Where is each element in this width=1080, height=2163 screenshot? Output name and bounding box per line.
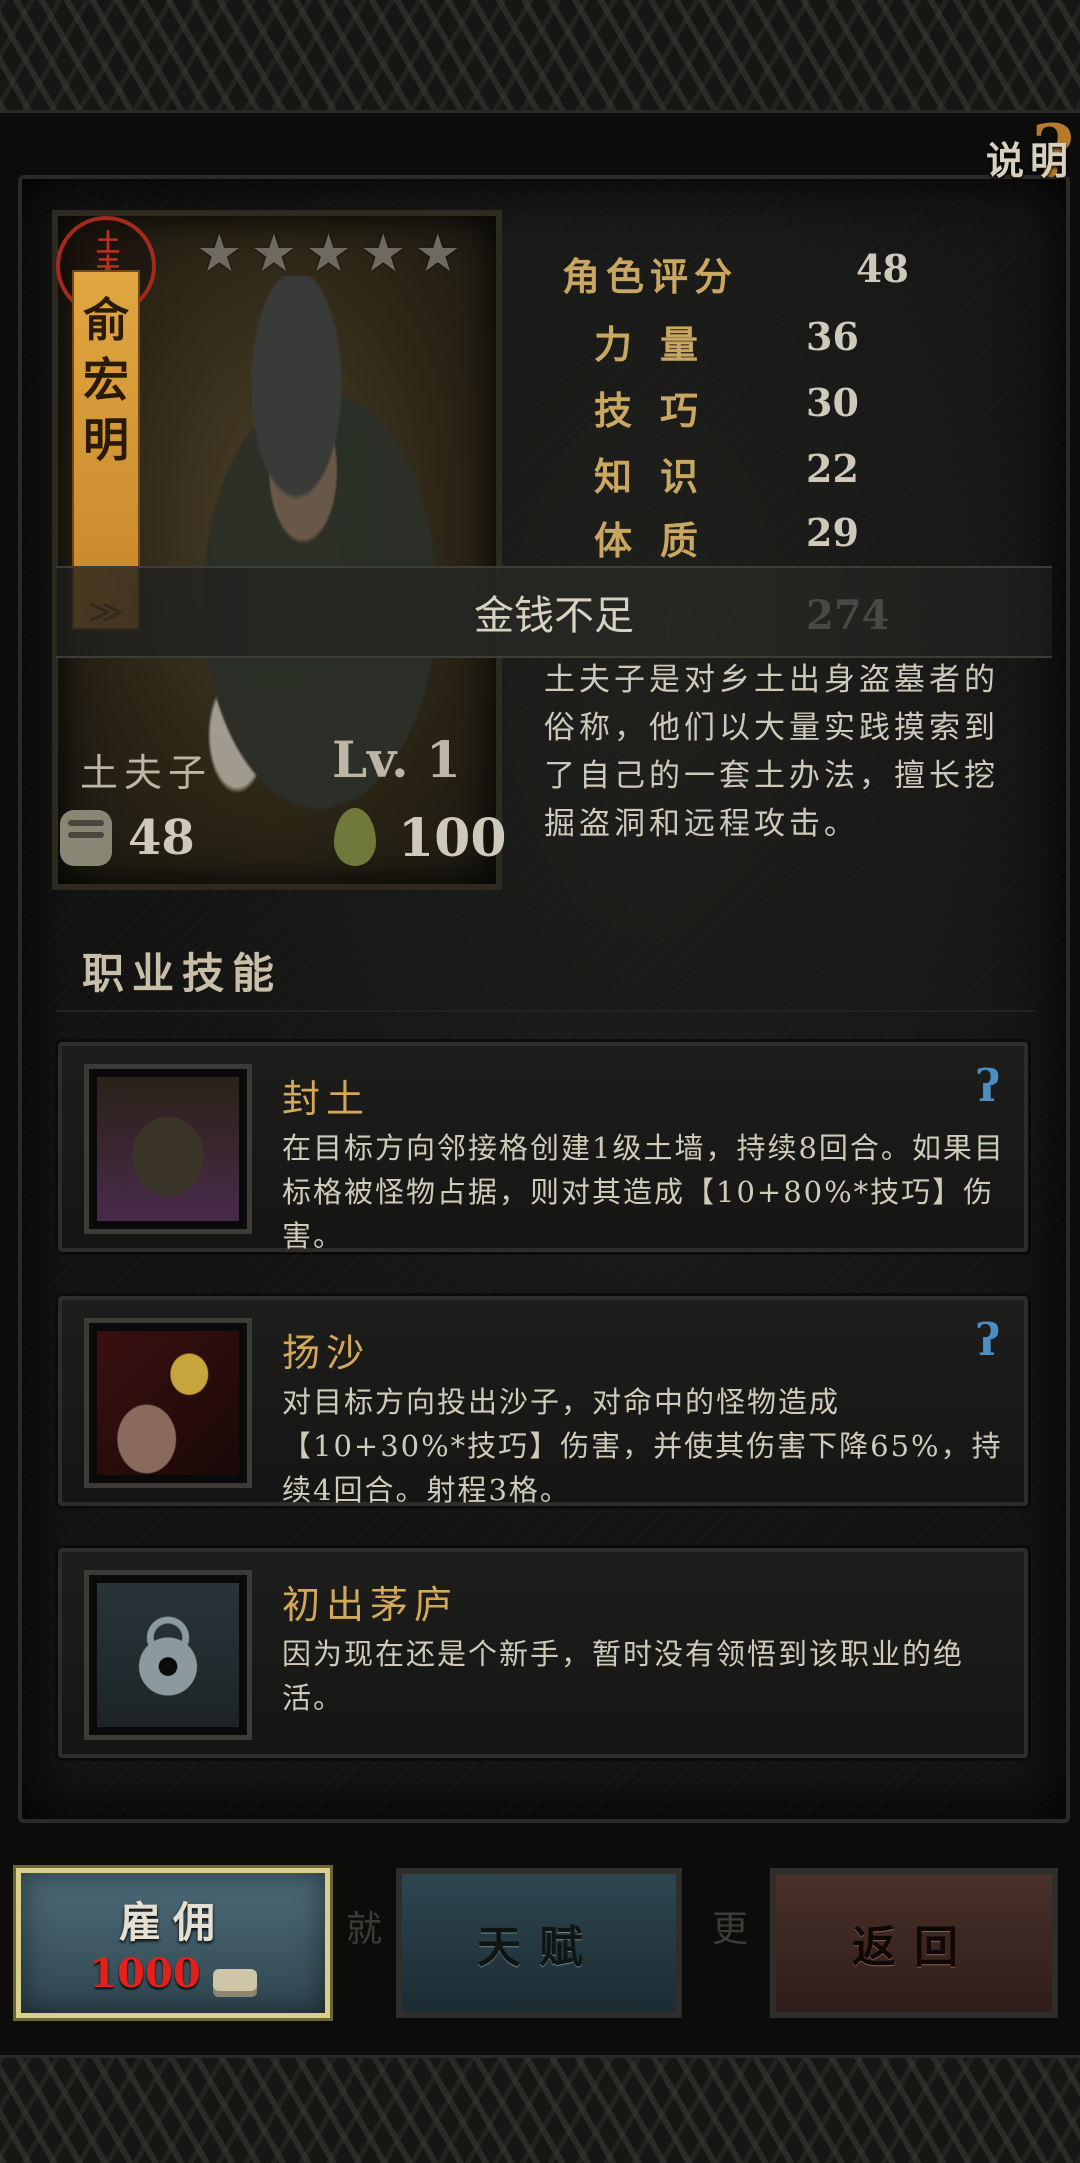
stat-label-knowledge: 知识	[594, 454, 727, 499]
hero-class-name: 土夫子	[80, 751, 213, 795]
skill-type-icon: ʔ	[975, 1061, 1001, 1112]
skill-name: 初出茅庐	[282, 1583, 459, 1627]
toast-message: 金钱不足	[56, 566, 1052, 658]
hero-name-char: 俞	[83, 293, 129, 347]
hero-name-char: 明	[83, 413, 129, 467]
hire-cost: 1000	[89, 1950, 201, 1997]
stat-label-strength: 力量	[594, 322, 727, 367]
bottom-decorative-band	[0, 2055, 1080, 2163]
skill-card[interactable]: 扬沙 对目标方向投出沙子，对命中的怪物造成【10+30%*技巧】伤害，并使其伤害…	[58, 1296, 1028, 1507]
hero-description: 土夫子是对乡土出身盗墓者的俗称，他们以大量实践摸索到了自己的一套土办法，擅长挖掘…	[544, 662, 999, 842]
hero-name-char: 宏	[83, 353, 129, 407]
hire-button-label: 雇佣	[118, 1898, 227, 1947]
stat-value-rating: 48	[856, 246, 909, 291]
top-decorative-band	[0, 0, 1080, 113]
help-label: 说明	[985, 138, 1074, 183]
throw-sand-icon	[84, 1318, 252, 1488]
star-rating: ★ ★ ★ ★ ★	[196, 228, 461, 280]
star-icon: ★	[305, 224, 352, 284]
back-button[interactable]: 返回	[770, 1868, 1058, 2018]
background-text-fragment: 就	[346, 1909, 383, 1950]
background-text-fragment: 更	[712, 1909, 749, 1950]
star-icon: ★	[196, 224, 243, 284]
skill-card[interactable]: 封土 在目标方向邻接格创建1级土墙，持续8回合。如果目标格被怪物占据，则对其造成…	[58, 1042, 1028, 1253]
stat-label-skill: 技巧	[594, 388, 727, 433]
coin-icon	[212, 1968, 257, 1997]
skill-description: 因为现在还是个新手，暂时没有领悟到该职业的绝活。	[282, 1637, 965, 1715]
stat-value-skill: 30	[806, 380, 859, 425]
stat-label-constitution: 体质	[594, 518, 727, 563]
stat-label-rating: 角色评分	[562, 254, 739, 299]
hero-level: Lv. 1	[332, 730, 461, 789]
hero-hp-value: 100	[398, 808, 507, 869]
stat-value-strength: 36	[806, 314, 859, 359]
star-icon: ★	[250, 224, 298, 284]
skill-name: 封土	[282, 1077, 371, 1121]
price-value: 274	[806, 592, 890, 639]
star-icon: ★	[414, 224, 462, 284]
hire-button[interactable]: 雇佣 1000	[16, 1868, 330, 2018]
skill-description: 对目标方向投出沙子，对命中的怪物造成【10+30%*技巧】伤害，并使其伤害下降6…	[282, 1385, 1003, 1507]
back-button-label: 返回	[852, 1922, 976, 1973]
skill-type-icon: ʔ	[975, 1315, 1001, 1366]
star-icon: ★	[359, 224, 407, 284]
fist-icon	[60, 810, 112, 866]
help-button[interactable]: ? 说明	[985, 108, 1074, 193]
skill-name: 扬沙	[282, 1331, 371, 1375]
skill-card[interactable]: 初出茅庐 因为现在还是个新手，暂时没有领悟到该职业的绝活。	[58, 1548, 1028, 1758]
stat-value-constitution: 29	[806, 510, 859, 555]
talent-button[interactable]: 天赋	[396, 1868, 682, 2018]
stat-value-knowledge: 22	[806, 446, 859, 491]
earth-wall-icon	[84, 1064, 252, 1234]
section-divider	[56, 1010, 1036, 1012]
toast-text: 金钱不足	[474, 593, 634, 639]
section-title: 职业技能	[82, 949, 283, 998]
locked-skill-icon	[84, 1570, 252, 1740]
hero-attack-value: 48	[128, 810, 195, 866]
talent-button-label: 天赋	[477, 1922, 601, 1973]
skill-description: 在目标方向邻接格创建1级土墙，持续8回合。如果目标格被怪物占据，则对其造成【10…	[282, 1131, 1005, 1253]
